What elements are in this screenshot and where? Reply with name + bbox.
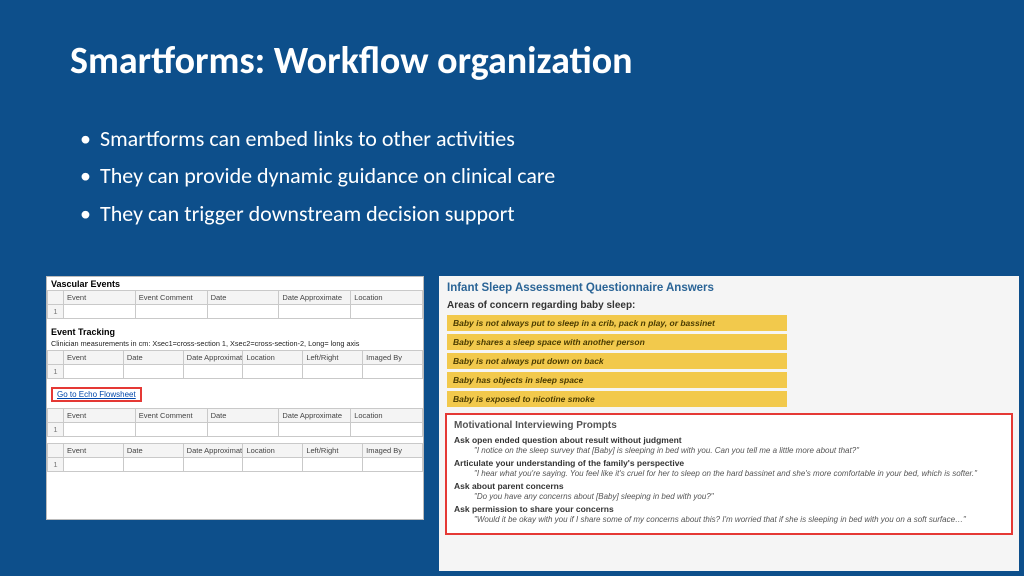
col-header: Date Approximate bbox=[183, 351, 243, 365]
col-header: Location bbox=[243, 351, 303, 365]
events-table-2: Event Event Comment Date Date Approximat… bbox=[47, 408, 423, 437]
cell[interactable] bbox=[207, 305, 279, 319]
slide-title: Smartforms: Workflow organization bbox=[70, 38, 633, 84]
col-header: Imaged By bbox=[363, 444, 423, 458]
row-header bbox=[48, 351, 64, 365]
cell[interactable] bbox=[351, 423, 423, 437]
motivational-interviewing-box: Motivational Interviewing Prompts Ask op… bbox=[445, 413, 1013, 535]
col-header: Left/Right bbox=[303, 351, 363, 365]
concern-item: Baby has objects in sleep space bbox=[447, 372, 787, 388]
mi-prompt-quote: "Would it be okay with you if I share so… bbox=[474, 515, 1004, 524]
event-tracking-table: Event Date Date Approximate Location Lef… bbox=[47, 350, 423, 379]
concern-item: Baby is not always put down on back bbox=[447, 353, 787, 369]
row-number: 1 bbox=[48, 423, 64, 437]
areas-of-concern-title: Areas of concern regarding baby sleep: bbox=[439, 298, 1019, 315]
col-header: Event bbox=[64, 351, 124, 365]
mi-prompts-title: Motivational Interviewing Prompts bbox=[454, 420, 1004, 431]
col-header: Left/Right bbox=[303, 444, 363, 458]
col-header: Event bbox=[64, 409, 136, 423]
row-header bbox=[48, 291, 64, 305]
echo-flowsheet-link[interactable]: Go to Echo Flowsheet bbox=[51, 387, 142, 402]
col-header: Date Approximate bbox=[183, 444, 243, 458]
col-header: Event Comment bbox=[135, 409, 207, 423]
smartform-screenshot-left: Vascular Events Event Event Comment Date… bbox=[46, 276, 424, 520]
col-header: Location bbox=[351, 291, 423, 305]
row-number: 1 bbox=[48, 365, 64, 379]
col-header: Date bbox=[123, 351, 183, 365]
cell[interactable] bbox=[183, 458, 243, 472]
bullet-item: They can provide dynamic guidance on cli… bbox=[80, 157, 555, 194]
col-header: Date bbox=[123, 444, 183, 458]
questionnaire-title: Infant Sleep Assessment Questionnaire An… bbox=[439, 276, 1019, 298]
cell[interactable] bbox=[135, 423, 207, 437]
col-header: Event bbox=[64, 291, 136, 305]
mi-prompt-heading: Ask permission to share your concerns bbox=[454, 504, 1004, 514]
event-tracking-heading: Event Tracking bbox=[47, 325, 423, 338]
cell[interactable] bbox=[303, 458, 363, 472]
col-header: Date Approximate bbox=[279, 409, 351, 423]
row-header bbox=[48, 444, 64, 458]
col-header: Imaged By bbox=[363, 351, 423, 365]
cell[interactable] bbox=[243, 458, 303, 472]
cell[interactable] bbox=[183, 365, 243, 379]
row-header bbox=[48, 409, 64, 423]
cell[interactable] bbox=[135, 305, 207, 319]
mi-prompt-heading: Ask open ended question about result wit… bbox=[454, 435, 1004, 445]
vascular-events-table: Event Event Comment Date Date Approximat… bbox=[47, 290, 423, 319]
col-header: Location bbox=[351, 409, 423, 423]
cell[interactable] bbox=[64, 305, 136, 319]
cell[interactable] bbox=[207, 423, 279, 437]
cell[interactable] bbox=[243, 365, 303, 379]
cell[interactable] bbox=[303, 365, 363, 379]
col-header: Date bbox=[207, 409, 279, 423]
col-header: Location bbox=[243, 444, 303, 458]
bullet-item: Smartforms can embed links to other acti… bbox=[80, 120, 555, 157]
cell[interactable] bbox=[123, 365, 183, 379]
concern-item: Baby is exposed to nicotine smoke bbox=[447, 391, 787, 407]
smartform-screenshot-right: Infant Sleep Assessment Questionnaire An… bbox=[439, 276, 1019, 571]
row-number: 1 bbox=[48, 458, 64, 472]
bullet-item: They can trigger downstream decision sup… bbox=[80, 195, 555, 232]
vascular-events-heading: Vascular Events bbox=[47, 277, 423, 290]
cell[interactable] bbox=[363, 458, 423, 472]
cell[interactable] bbox=[279, 423, 351, 437]
bullet-list: Smartforms can embed links to other acti… bbox=[80, 120, 555, 232]
concern-item: Baby shares a sleep space with another p… bbox=[447, 334, 787, 350]
col-header: Date Approximate bbox=[279, 291, 351, 305]
col-header: Date bbox=[207, 291, 279, 305]
concern-item: Baby is not always put to sleep in a cri… bbox=[447, 315, 787, 331]
col-header: Event bbox=[64, 444, 124, 458]
cell[interactable] bbox=[64, 423, 136, 437]
mi-prompt-quote: "I notice on the sleep survey that [Baby… bbox=[474, 446, 1004, 455]
mi-prompt-quote: "Do you have any concerns about [Baby] s… bbox=[474, 492, 1004, 501]
mi-prompt-quote: "I hear what you're saying. You feel lik… bbox=[474, 469, 1004, 478]
row-number: 1 bbox=[48, 305, 64, 319]
cell[interactable] bbox=[123, 458, 183, 472]
mi-prompt-heading: Articulate your understanding of the fam… bbox=[454, 458, 1004, 468]
mi-prompt-heading: Ask about parent concerns bbox=[454, 481, 1004, 491]
col-header: Event Comment bbox=[135, 291, 207, 305]
cell[interactable] bbox=[351, 305, 423, 319]
cell[interactable] bbox=[64, 458, 124, 472]
measurement-note: Clinician measurements in cm: Xsec1=cros… bbox=[47, 338, 423, 350]
tracking-table-2: Event Date Date Approximate Location Lef… bbox=[47, 443, 423, 472]
cell[interactable] bbox=[64, 365, 124, 379]
cell[interactable] bbox=[363, 365, 423, 379]
cell[interactable] bbox=[279, 305, 351, 319]
